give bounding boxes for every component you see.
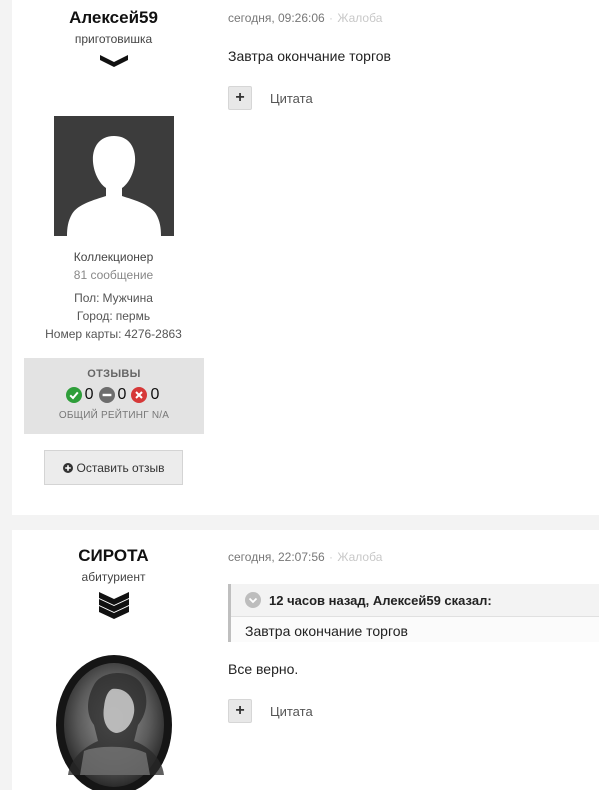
field-value: пермь [115,309,151,323]
field-label: Номер карты: [45,327,122,341]
report-link[interactable]: Жалоба [337,11,382,25]
post-meta: сегодня, 09:26:06 · Жалоба [228,11,382,25]
field-label: Пол: [74,291,100,305]
field-label: Город: [76,309,113,323]
post-actions: + Цитата [228,699,313,723]
posts-count[interactable]: 81 сообщение [12,268,215,282]
post-actions: + Цитата [228,86,313,110]
quote-block: 12 часов назад, Алексей59 сказал: Завтра… [228,584,599,642]
field-value: Мужчина [102,291,153,305]
plus-circle-icon [62,462,73,473]
reviews-counts: 0 0 0 [24,385,204,405]
neutral-count: 0 [117,386,127,403]
quote-text: Завтра окончание торгов [245,623,408,639]
chevron-circle-icon [245,592,261,608]
post-date[interactable]: сегодня, 22:07:56 [228,550,325,564]
multiquote-button[interactable]: + [228,699,252,723]
author-name[interactable]: СИРОТА [12,546,215,566]
post-date[interactable]: сегодня, 09:26:06 [228,11,325,25]
quote-button[interactable]: Цитата [270,704,313,719]
multiquote-button[interactable]: + [228,86,252,110]
author-rank: приготовишка [74,32,153,46]
cross-circle-icon [131,387,148,403]
overall-rating: ОБЩИЙ РЕЙТИНГ N/A [58,410,170,421]
positive-count: 0 [84,386,94,403]
quote-citation: 12 часов назад, Алексей59 сказал: [269,592,492,608]
post: СИРОТА абитуриент сегодня, 22:07:56 · Жа… [12,530,599,790]
author-panel: СИРОТА абитуриент [12,530,215,620]
minus-circle-icon [98,387,115,403]
avatar[interactable] [54,116,174,236]
field-value: 4276-2863 [124,327,182,341]
default-avatar-silhouette [54,116,174,236]
meta-separator: · [329,11,334,25]
post-meta: сегодня, 22:07:56 · Жалоба [228,550,382,564]
quote-button[interactable]: Цитата [270,91,313,106]
avatar[interactable] [54,655,174,790]
portrait-engraving [56,655,172,790]
member-title: Коллекционер [73,250,154,264]
profile-field-city: Город: пермь [12,309,215,323]
reviews-box: ОТЗЫВЫ 0 0 0 ОБЩИЙ РЕЙТИНГ N/A [24,358,204,434]
post-text: Завтра окончание торгов [228,48,391,64]
negative-count: 0 [150,386,160,403]
meta-separator: · [329,550,334,564]
leave-review-button[interactable]: Оставить отзыв [44,450,183,485]
quote-header[interactable]: 12 часов назад, Алексей59 сказал: [231,584,599,617]
author-rank: абитуриент [81,570,146,584]
report-link[interactable]: Жалоба [337,550,382,564]
chevron-down-icon [99,55,128,67]
profile-field-gender: Пол: Мужчина [12,291,215,305]
leave-review-label: Оставить отзыв [76,460,165,475]
reviews-title: ОТЗЫВЫ [87,368,141,380]
triple-chevron-icon [98,592,129,619]
profile-field-card: Номер карты: 4276-2863 [12,327,215,341]
author-name[interactable]: Алексей59 [12,8,215,28]
post-text: Все верно. [228,661,299,677]
post: Алексей59 приготовишка Коллекционер 81 с… [12,0,599,515]
author-panel: Алексей59 приготовишка [12,0,215,68]
check-circle-icon [65,387,82,403]
